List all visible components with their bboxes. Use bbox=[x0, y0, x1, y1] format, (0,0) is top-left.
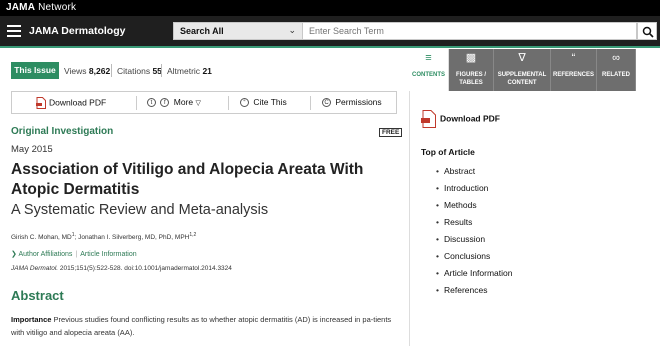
divider bbox=[228, 96, 229, 110]
views-value: 8,262 bbox=[88, 66, 111, 76]
journal-title[interactable]: JAMA Dermatology bbox=[29, 25, 125, 37]
article-type: Original Investigation bbox=[11, 126, 114, 137]
affiliations-row: ❯ Author Affiliations | Article Informatio… bbox=[11, 250, 137, 258]
tab-label: RELATED bbox=[602, 72, 630, 78]
tab-references[interactable]: “ REFERENCES bbox=[551, 49, 597, 91]
importance-label: Importance bbox=[11, 315, 52, 324]
views-label: Views bbox=[64, 66, 87, 76]
divider bbox=[161, 64, 162, 77]
facebook-icon[interactable]: f bbox=[160, 98, 170, 108]
chevron-right-icon: ❯ bbox=[11, 251, 17, 258]
chevron-down-icon: ⌄ bbox=[288, 25, 296, 35]
article-subtitle: A Systematic Review and Meta-analysis bbox=[11, 202, 269, 218]
brand-rest: Network bbox=[35, 2, 77, 13]
search-scope-select[interactable]: Search All ⌄ bbox=[173, 22, 303, 40]
citation-details: 2015;151(5):522-528. doi:10.1001/jamader… bbox=[58, 265, 232, 272]
twitter-icon[interactable]: t bbox=[147, 98, 156, 108]
divider bbox=[310, 96, 311, 110]
tab-contents[interactable]: ≡ CONTENTS bbox=[409, 49, 449, 91]
download-pdf-button[interactable]: Download PDF bbox=[36, 97, 106, 109]
citations-label: Citations bbox=[117, 66, 151, 76]
share-more-button[interactable]: t f More ▽ bbox=[147, 97, 201, 108]
toc-item-introduction[interactable]: Introduction bbox=[436, 182, 512, 199]
article-title: Association of Vitiligo and Alopecia Are… bbox=[11, 161, 364, 198]
tab-label: REFERENCES bbox=[552, 72, 594, 78]
citations-link[interactable]: Citations 55 bbox=[117, 66, 162, 76]
brand-bold: JAMA bbox=[6, 2, 36, 13]
tab-label: SUPPLEMENTAL CONTENT bbox=[497, 72, 547, 86]
citation: JAMA Dermatol. 2015;151(5):522-528. doi:… bbox=[11, 265, 232, 272]
menu-icon[interactable] bbox=[7, 25, 21, 37]
author-sup: 1,2 bbox=[189, 232, 197, 238]
free-badge: FREE bbox=[379, 128, 403, 137]
author-affiliations-link[interactable]: Author Affiliations bbox=[18, 251, 72, 258]
search-button[interactable] bbox=[637, 22, 657, 40]
pdf-icon bbox=[421, 110, 436, 128]
table-of-contents: Abstract Introduction Methods Results Di… bbox=[436, 165, 513, 301]
toc-item-abstract[interactable]: Abstract bbox=[436, 165, 512, 182]
publication-date: May 2015 bbox=[11, 144, 53, 155]
importance-paragraph: Importance Previous studies found confli… bbox=[11, 313, 398, 339]
toc-item-article-information[interactable]: Article Information bbox=[436, 267, 513, 284]
quote-icon: “ bbox=[571, 52, 576, 64]
search-scope-value: Search All bbox=[180, 26, 224, 36]
importance-text: Previous studies found conflicting resul… bbox=[11, 315, 392, 337]
toc-item-conclusions[interactable]: Conclusions bbox=[436, 250, 512, 267]
link-icon: ∞ bbox=[612, 52, 620, 64]
cite-this-label: Cite This bbox=[253, 97, 287, 107]
tab-label: FIGURES / TABLES bbox=[455, 72, 486, 86]
chart-icon: ▩ bbox=[465, 52, 477, 64]
permissions-button[interactable]: C Permissions bbox=[322, 97, 382, 108]
search-icon bbox=[642, 26, 654, 38]
list-icon: ≡ bbox=[425, 52, 432, 64]
article-information-link[interactable]: Article Information bbox=[80, 251, 136, 258]
author-list: Girish C. Mohan, MD1; Jonathan I. Silver… bbox=[11, 232, 196, 241]
paperclip-icon: ∇ bbox=[518, 52, 526, 64]
author-link[interactable]: Girish C. Mohan, MD bbox=[11, 234, 72, 241]
author-link[interactable]: ; Jonathan I. Silverberg, MD, PhD, MPH bbox=[74, 234, 189, 241]
tab-supplemental-content[interactable]: ∇ SUPPLEMENTAL CONTENT bbox=[494, 49, 551, 91]
jama-network-logo[interactable]: JAMA Network bbox=[6, 2, 76, 13]
divider bbox=[111, 64, 112, 77]
panel-download-pdf-label: Download PDF bbox=[440, 113, 500, 124]
toc-item-references[interactable]: References bbox=[436, 284, 512, 301]
tab-related[interactable]: ∞ RELATED bbox=[597, 49, 636, 91]
copyright-icon: C bbox=[322, 98, 331, 108]
panel-divider bbox=[409, 91, 410, 346]
toc-item-discussion[interactable]: Discussion bbox=[436, 233, 512, 250]
altmetric-value: 21 bbox=[202, 66, 212, 76]
quote-icon: “ bbox=[240, 98, 249, 108]
more-label: More bbox=[173, 97, 194, 107]
chevron-down-icon: ▽ bbox=[195, 100, 201, 107]
pdf-icon bbox=[36, 97, 46, 109]
right-panel-tabs: ≡ CONTENTS ▩ FIGURES / TABLES ∇ SUPPLEME… bbox=[409, 49, 636, 91]
cite-this-button[interactable]: “ Cite This bbox=[240, 97, 287, 108]
download-pdf-label: Download PDF bbox=[49, 97, 107, 108]
journal-header: JAMA Dermatology Search All ⌄ bbox=[0, 16, 660, 46]
altmetric-label: Altmetric bbox=[167, 66, 201, 76]
citation-journal: JAMA Dermatol. bbox=[11, 265, 59, 272]
divider bbox=[136, 96, 137, 110]
abstract-heading: Abstract bbox=[11, 288, 64, 303]
article-action-bar: Download PDF t f More ▽ “ Cite This C Pe… bbox=[11, 91, 397, 114]
toc-heading[interactable]: Top of Article bbox=[421, 147, 475, 157]
search-input[interactable] bbox=[303, 22, 637, 40]
divider: | bbox=[75, 251, 78, 258]
this-issue-button[interactable]: This Issue bbox=[11, 62, 59, 79]
views-count: Views 8,262 bbox=[64, 66, 110, 76]
toc-item-results[interactable]: Results bbox=[436, 216, 512, 233]
panel-download-pdf-button[interactable]: Download PDF bbox=[421, 110, 500, 128]
tab-label: CONTENTS bbox=[412, 72, 445, 78]
permissions-label: Permissions bbox=[335, 97, 382, 107]
toc-item-methods[interactable]: Methods bbox=[436, 199, 512, 216]
network-bar: JAMA Network bbox=[0, 0, 660, 16]
altmetric-link[interactable]: Altmetric 21 bbox=[167, 66, 212, 76]
header-accent-line bbox=[0, 46, 660, 48]
tab-figures-tables[interactable]: ▩ FIGURES / TABLES bbox=[449, 49, 494, 91]
